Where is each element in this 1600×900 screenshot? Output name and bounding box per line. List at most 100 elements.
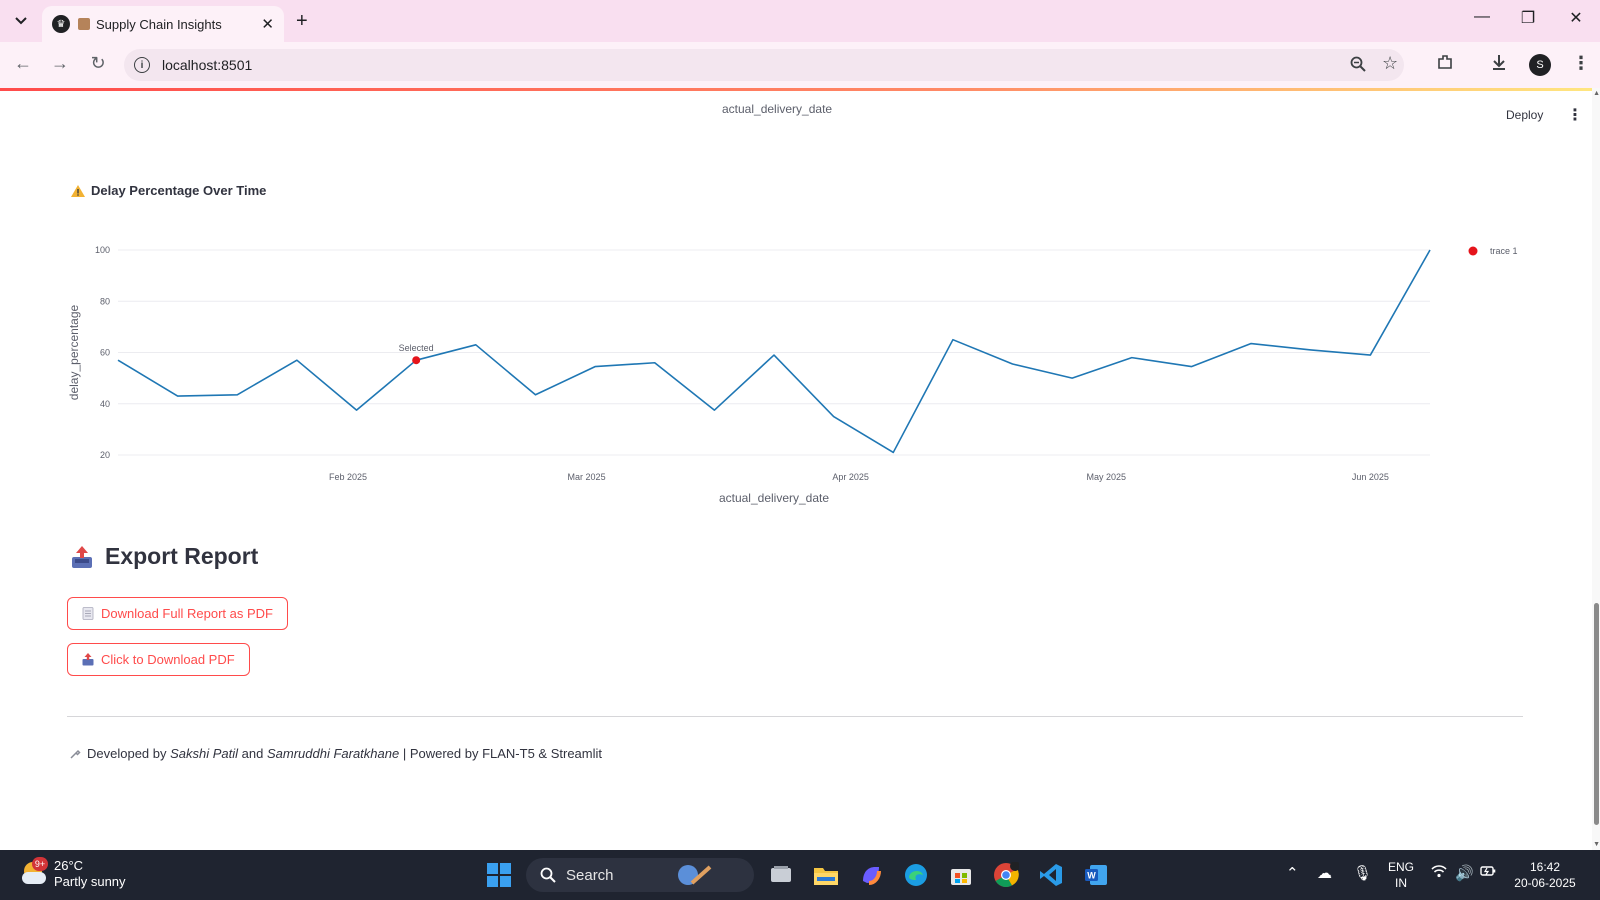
task-view-icon[interactable] <box>765 859 797 891</box>
data-point <box>1188 364 1194 370</box>
footer-divider <box>67 716 1523 717</box>
y-tick-label: 80 <box>100 296 110 306</box>
data-point <box>175 393 181 399</box>
data-point <box>831 414 837 420</box>
wifi-icon[interactable] <box>1431 864 1447 882</box>
series-line-trace-1 <box>117 249 1431 454</box>
tab-search-button[interactable] <box>8 9 34 33</box>
x-axis-title: actual_delivery_date <box>719 491 829 505</box>
page-scrollbar[interactable]: ▲ ▼ <box>1592 88 1600 850</box>
browser-toolbar: ← → ↻ i localhost:8501 ☆ S ⋮ <box>0 42 1600 88</box>
restore-button[interactable]: ❐ <box>1508 8 1548 28</box>
reload-button[interactable]: ↻ <box>85 53 111 74</box>
data-point <box>1069 375 1075 381</box>
scroll-up-arrow-icon[interactable]: ▲ <box>1593 90 1600 97</box>
clock[interactable]: 16:42 20-06-2025 <box>1510 859 1580 891</box>
data-point <box>1367 352 1373 358</box>
footer-author-2: Samruddhi Faratkhane <box>266 746 400 761</box>
data-point <box>294 357 300 363</box>
weather-condition: Partly sunny <box>54 874 126 889</box>
export-report-heading: Export Report <box>71 543 258 570</box>
data-point <box>771 352 777 358</box>
data-point <box>354 407 360 413</box>
data-point <box>592 364 598 370</box>
back-button[interactable]: ← <box>10 53 36 74</box>
footer-suffix: | Powered by FLAN-T5 & Streamlit <box>399 746 602 761</box>
weather-widget[interactable]: 9+ 26°C Partly sunny <box>20 857 126 890</box>
x-tick-label: May 2025 <box>1086 472 1126 482</box>
delay-percentage-chart[interactable]: 20 40 60 80 100 Feb 2025 Mar 2025 Apr 2025 May 2… <box>0 88 1592 518</box>
footer-prefix: Developed by <box>87 746 171 761</box>
data-point <box>950 337 956 343</box>
y-tick-label: 40 <box>100 399 110 409</box>
y-axis-title: delay_percentage <box>67 304 81 400</box>
search-icon <box>540 867 556 883</box>
data-point <box>1010 361 1016 367</box>
forward-button[interactable]: → <box>47 53 73 74</box>
copilot-icon[interactable] <box>855 859 887 891</box>
data-point <box>115 357 121 363</box>
click-to-download-pdf-label: Click to Download PDF <box>101 652 235 667</box>
zoom-icon[interactable] <box>1350 56 1366 77</box>
search-placeholder: Search <box>566 866 614 884</box>
data-point <box>1129 355 1135 361</box>
chrome-icon[interactable] <box>990 859 1022 891</box>
vscode-icon[interactable] <box>1035 859 1067 891</box>
package-icon <box>78 18 90 30</box>
temperature: 26°C <box>54 858 84 873</box>
edge-icon[interactable] <box>900 859 932 891</box>
clock-date: 20-06-2025 <box>1514 876 1576 890</box>
y-tick-label: 20 <box>100 450 110 460</box>
scrollbar-thumb[interactable] <box>1594 603 1599 825</box>
click-to-download-pdf-button[interactable]: Click to Download PDF <box>67 643 250 676</box>
onedrive-icon[interactable]: ☁ <box>1317 864 1332 882</box>
profile-avatar[interactable]: S <box>1529 54 1551 76</box>
language-indicator[interactable]: ENG IN <box>1385 859 1417 891</box>
data-point <box>532 392 538 398</box>
windows-taskbar: 9+ 26°C Partly sunny Search W ⌃ ☁ 🎙 ENG … <box>0 850 1600 900</box>
footer-and: and <box>238 746 267 761</box>
data-point <box>890 449 896 455</box>
tab-close-icon[interactable]: ✕ <box>261 15 274 33</box>
outbox-tray-icon <box>82 653 94 666</box>
site-info-icon[interactable]: i <box>134 57 150 73</box>
taskbar-search-box[interactable]: Search <box>526 858 754 892</box>
data-point <box>473 342 479 348</box>
new-tab-button[interactable]: + <box>296 10 308 33</box>
volume-icon[interactable]: 🔊 <box>1455 864 1474 882</box>
selected-point-marker <box>412 356 421 365</box>
x-tick-label: Feb 2025 <box>329 472 367 482</box>
search-highlight-icon <box>677 865 711 885</box>
language-line-1: ENG <box>1387 860 1414 874</box>
bookmark-star-icon[interactable]: ☆ <box>1382 53 1398 74</box>
show-hidden-icons[interactable]: ⌃ <box>1286 864 1299 882</box>
window-close-button[interactable]: ✕ <box>1556 8 1596 28</box>
word-icon[interactable]: W <box>1080 859 1112 891</box>
address-bar[interactable]: i localhost:8501 ☆ <box>124 49 1404 81</box>
extensions-icon[interactable] <box>1436 53 1454 76</box>
file-explorer-icon[interactable] <box>810 859 842 891</box>
data-point <box>1427 247 1433 253</box>
battery-icon[interactable] <box>1480 864 1496 882</box>
data-point <box>1308 347 1314 353</box>
footer-credits: Developed by Sakshi Patil and Samruddhi … <box>69 746 602 761</box>
windows-start-icon[interactable] <box>483 859 515 891</box>
chevron-down-icon <box>15 17 27 25</box>
downloads-icon[interactable] <box>1490 53 1508 76</box>
microphone-icon[interactable]: 🎙 <box>1353 864 1372 882</box>
y-tick-label: 100 <box>95 245 110 255</box>
data-point <box>711 407 717 413</box>
minimize-button[interactable]: — <box>1462 8 1502 26</box>
browser-tab[interactable]: ♛ Supply Chain Insights ✕ <box>42 6 284 42</box>
wrench-icon <box>70 749 81 759</box>
download-full-report-label: Download Full Report as PDF <box>101 606 273 621</box>
footer-author-1: Sakshi Patil <box>170 746 239 761</box>
clock-time: 16:42 <box>1529 860 1561 874</box>
microsoft-store-icon[interactable] <box>945 859 977 891</box>
browser-menu-icon[interactable]: ⋮ <box>1572 53 1590 74</box>
scroll-down-arrow-icon[interactable]: ▼ <box>1593 841 1600 848</box>
url-text: localhost:8501 <box>162 57 253 73</box>
download-full-report-button[interactable]: Download Full Report as PDF <box>67 597 288 630</box>
data-point <box>1248 341 1254 347</box>
document-icon <box>82 607 94 620</box>
